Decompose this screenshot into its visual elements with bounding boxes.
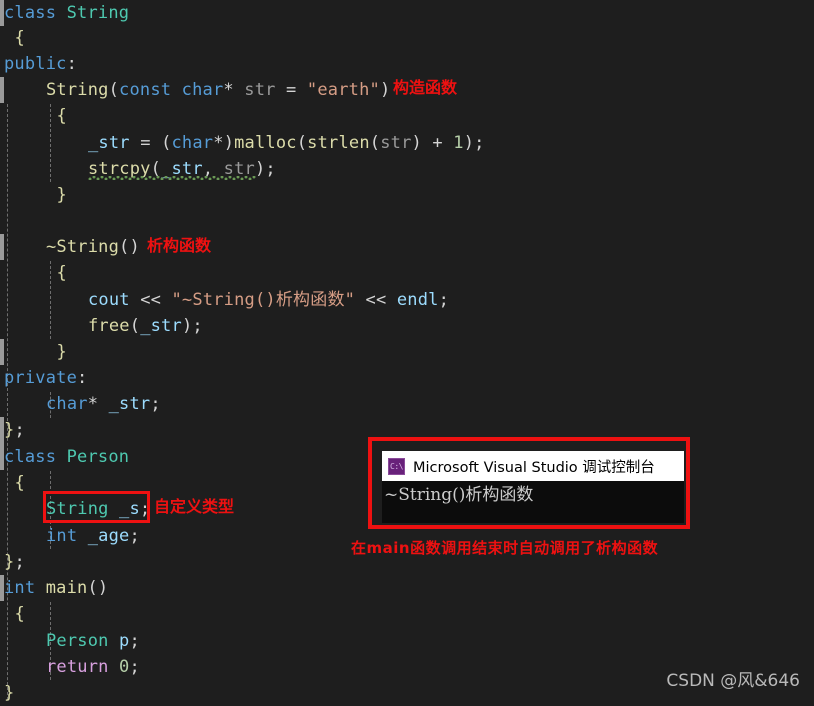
code-editor[interactable]: class String { public: String(const char… <box>0 0 814 703</box>
console-highlight-frame: C:\ Microsoft Visual Studio 调试控制台 ~Strin… <box>368 437 690 529</box>
code-line-close-brace: } <box>56 342 67 362</box>
console-title-text: Microsoft Visual Studio 调试控制台 <box>413 459 655 476</box>
code-line-close-brace: } <box>56 185 67 205</box>
code-line-open-brace: { <box>14 604 25 624</box>
code-line-open-brace: { <box>56 263 67 283</box>
visual-studio-console-icon: C:\ <box>388 457 405 475</box>
code-line-member-age: int _age; <box>46 526 140 546</box>
annotation-explanation: 在main函数调用结束时自动调用了析构函数 <box>351 539 659 557</box>
code-line-free: free(_str); <box>88 316 203 336</box>
code-line-class-end: }; <box>4 552 25 572</box>
code-line-member-string-s: String _s; <box>46 499 151 519</box>
console-output-text: ~String()析构函数 <box>384 485 534 505</box>
code-line-open-brace: { <box>56 106 67 126</box>
code-line-cout: cout << "~String()析构函数" << endl; <box>88 290 450 310</box>
visual-studio-debug-console[interactable]: C:\ Microsoft Visual Studio 调试控制台 ~Strin… <box>382 451 684 523</box>
strcpy-warning-squiggle <box>88 176 256 180</box>
code-line-constructor-signature: String(const char* str = "earth") <box>46 80 391 100</box>
code-line-destructor-signature: ~String() <box>46 237 140 257</box>
code-line-open-brace: { <box>14 28 25 48</box>
code-line-return: return 0; <box>46 657 140 677</box>
console-titlebar: C:\ Microsoft Visual Studio 调试控制台 <box>382 451 684 481</box>
code-line-private: private: <box>4 368 88 388</box>
code-line-person-p: Person p; <box>46 631 140 651</box>
code-line-class-end: }; <box>4 420 25 440</box>
code-line-member-str: char* _str; <box>46 394 161 414</box>
code-line-malloc: _str = (char*)malloc(strlen(str) + 1); <box>88 133 485 153</box>
code-line-class-string: class String <box>4 3 130 23</box>
csdn-watermark: CSDN @风&646 <box>666 671 800 691</box>
code-line-main-signature: int main() <box>4 578 109 598</box>
code-line-main-end: } <box>4 683 15 703</box>
annotation-constructor: 构造函数 <box>393 78 458 97</box>
code-line-open-brace: { <box>14 473 25 493</box>
code-line-public: public: <box>4 54 78 74</box>
annotation-destructor: 析构函数 <box>147 236 212 255</box>
code-line-class-person: class Person <box>4 447 130 467</box>
annotation-custom-type: 自定义类型 <box>154 497 235 516</box>
